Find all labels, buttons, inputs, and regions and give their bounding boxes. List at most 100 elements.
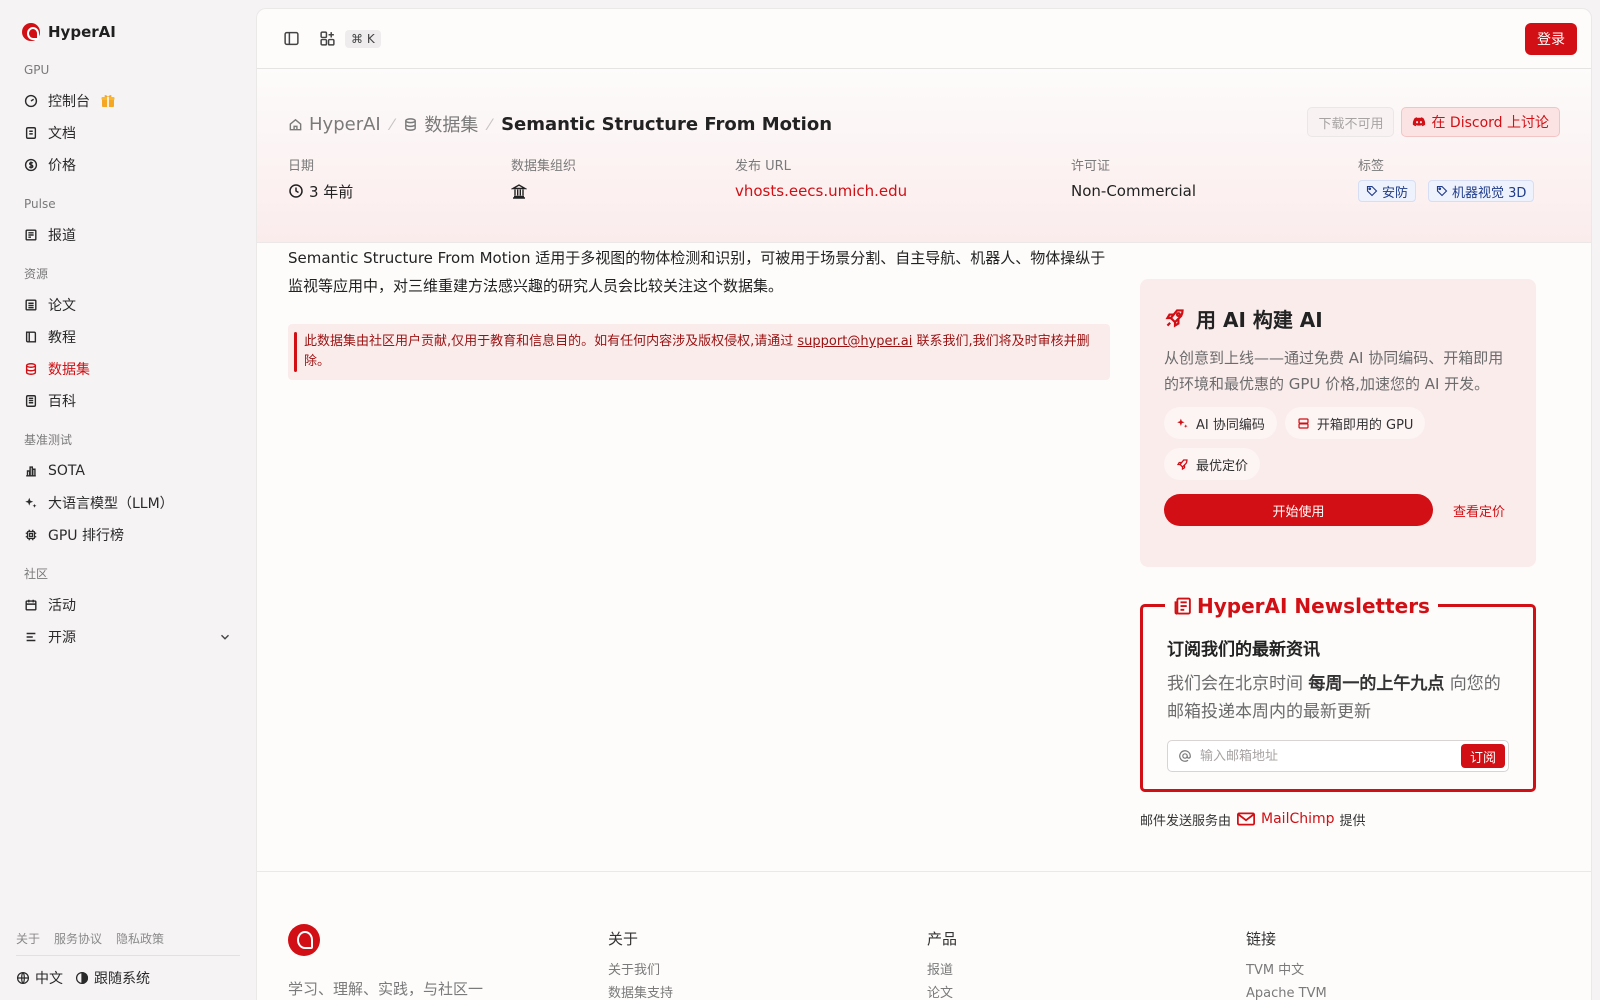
footer-link-about-us[interactable]: 关于我们 xyxy=(608,959,673,982)
breadcrumb-datasets[interactable]: 数据集 xyxy=(403,111,478,137)
meta-org: 数据集组织 xyxy=(511,155,576,202)
sidebar-item-label: 大语言模型（LLM） xyxy=(48,496,174,512)
subscribe-button[interactable]: 订阅 xyxy=(1460,744,1505,768)
notice-text-before: 此数据集由社区用户贡献,仅用于教育和信息目的。如有任何内容涉及版权侵权,请通过 xyxy=(304,334,798,349)
sidebar-item-console[interactable]: 控制台 xyxy=(16,85,240,117)
newspaper-icon xyxy=(24,228,38,242)
bar-chart-icon xyxy=(24,464,38,478)
sidebar-item-pricing[interactable]: 价格 xyxy=(16,149,240,181)
brand[interactable]: HyperAI xyxy=(16,17,240,47)
promo-card: 用 AI 构建 AI 从创意到上线——通过免费 AI 协同编码、开箱即用的环境和… xyxy=(1140,279,1536,567)
meta-date-label: 日期 xyxy=(288,159,315,174)
sidebar-item-label: 控制台 xyxy=(48,94,90,110)
footer-col-links: 链接 TVM 中文 Apache TVM xyxy=(1246,928,1327,1000)
hyperai-logo-icon xyxy=(22,23,40,41)
footer-link-about[interactable]: 关于 xyxy=(16,930,40,947)
chip-icon xyxy=(24,528,38,542)
sidebar-item-news[interactable]: 报道 xyxy=(16,219,240,251)
footer-link-terms[interactable]: 服务协议 xyxy=(54,930,102,947)
footer-link-news[interactable]: 报道 xyxy=(927,959,957,982)
feature-label: AI 协同编码 xyxy=(1196,417,1265,433)
newspaper-icon xyxy=(1174,597,1191,615)
sidebar-item-label: 教程 xyxy=(48,330,76,346)
rocket-icon xyxy=(1165,309,1184,328)
language-switcher[interactable]: 中文 xyxy=(16,968,63,988)
mailchimp-link[interactable]: MailChimp xyxy=(1261,811,1335,827)
feature-label: 最优定价 xyxy=(1196,458,1249,474)
meta-date: 日期 3 年前 xyxy=(288,155,353,202)
login-button[interactable]: 登录 xyxy=(1525,23,1577,55)
sidebar-item-label: 论文 xyxy=(48,298,76,314)
tag-label: 安防 xyxy=(1382,185,1409,201)
sparkle-icon xyxy=(1177,418,1188,428)
sidebar-item-sota[interactable]: SOTA xyxy=(16,455,240,487)
newsletter-schedule: 每周一的上午九点 xyxy=(1308,674,1445,694)
meta-url-link[interactable]: vhosts.eecs.umich.edu xyxy=(735,180,907,202)
dataset-actions: 下载不可用 在 Discord 上讨论 xyxy=(1307,107,1560,137)
breadcrumb-home[interactable]: HyperAI xyxy=(288,114,381,135)
page-title: Semantic Structure From Motion xyxy=(501,113,833,135)
discord-button[interactable]: 在 Discord 上讨论 xyxy=(1401,107,1560,137)
sidebar-item-label: 活动 xyxy=(48,598,76,614)
sidebar-item-tutorials[interactable]: 教程 xyxy=(16,321,240,353)
main-panel: ⌘ K 登录 HyperAI ⁄ 数据集 ⁄ Semantic Structur… xyxy=(256,8,1592,1000)
feature-ready-gpu: 开箱即用的 GPU xyxy=(1284,407,1426,439)
sidebar-toggle-icon[interactable] xyxy=(279,27,303,51)
feature-best-pricing: 最优定价 xyxy=(1164,448,1261,480)
tag-label: 机器视觉 3D xyxy=(1452,185,1527,201)
footer-link-tvm-cn[interactable]: TVM 中文 xyxy=(1246,959,1327,982)
breadcrumb-home-label: HyperAI xyxy=(309,113,381,135)
page-icon xyxy=(24,394,38,408)
tag-security[interactable]: 安防 xyxy=(1358,180,1417,202)
get-started-button[interactable]: 开始使用 xyxy=(1164,494,1433,526)
credit-text-before: 邮件发送服务由 xyxy=(1140,813,1232,829)
home-icon xyxy=(289,118,302,130)
newsletter-text: 我们会在北京时间 每周一的上午九点 向您的邮箱投递本周内的最新更新 xyxy=(1167,670,1509,726)
meta-date-value: 3 年前 xyxy=(288,180,353,202)
download-button[interactable]: 下载不可用 xyxy=(1307,107,1395,137)
subscribe-form: 订阅 xyxy=(1167,740,1509,772)
sidebar-item-events[interactable]: 活动 xyxy=(16,589,240,621)
tag-machine-vision-3d[interactable]: 机器视觉 3D xyxy=(1428,180,1535,202)
sidebar-item-wiki[interactable]: 百科 xyxy=(16,385,240,417)
nav-section-benchmark: 基准测试 xyxy=(24,433,73,447)
footer-link-dataset-support[interactable]: 数据集支持 xyxy=(608,982,673,1000)
meta-url: 发布 URL vhosts.eecs.umich.edu xyxy=(735,155,907,202)
sidebar-item-papers[interactable]: 论文 xyxy=(16,289,240,321)
chevron-down-icon[interactable] xyxy=(218,630,232,644)
search-shortcut[interactable]: ⌘ K xyxy=(345,29,381,48)
nav-section-pulse: Pulse xyxy=(24,197,56,211)
footer-tagline: 学习、理解、实践，与社区一起构建人工智能的未来 xyxy=(288,980,484,998)
sidebar-item-label: 开源 xyxy=(48,630,76,646)
view-pricing-link[interactable]: 查看定价 xyxy=(1453,501,1505,520)
database-icon xyxy=(405,117,417,131)
clock-icon xyxy=(289,184,303,198)
footer-link-apache-tvm[interactable]: Apache TVM xyxy=(1246,982,1327,1000)
theme-switcher[interactable]: 跟随系统 xyxy=(75,968,150,988)
email-input[interactable] xyxy=(1200,748,1461,764)
sidebar-item-gpu-leaderboard[interactable]: GPU 排行榜 xyxy=(16,519,240,551)
footer-link-papers[interactable]: 论文 xyxy=(927,982,957,1000)
footer-link-privacy[interactable]: 隐私政策 xyxy=(116,930,164,947)
sidebar-item-label: 报道 xyxy=(48,228,76,244)
sidebar-item-open-source[interactable]: 开源 xyxy=(16,621,240,653)
sidebar-item-docs[interactable]: 文档 xyxy=(16,117,240,149)
mailchimp-credit: 邮件发送服务由 MailChimp 提供 xyxy=(1140,809,1366,829)
breadcrumb-separator: ⁄ xyxy=(390,114,394,134)
footer-col-title: 产品 xyxy=(927,930,958,948)
support-email-link[interactable]: support@hyper.ai xyxy=(797,334,912,349)
meta-license-value: Non-Commercial xyxy=(1071,182,1197,200)
sidebar-preferences: 中文 跟随系统 xyxy=(16,956,240,1000)
sidebar-item-datasets[interactable]: 数据集 xyxy=(16,353,240,385)
topbar: ⌘ K 登录 xyxy=(257,9,1591,69)
sidebar-item-llm[interactable]: 大语言模型（LLM） xyxy=(16,487,240,519)
copyright-notice: 此数据集由社区用户贡献,仅用于教育和信息目的。如有任何内容涉及版权侵权,请通过 … xyxy=(288,324,1110,380)
meta-tags-list: 安防 机器视觉 3D xyxy=(1358,180,1541,202)
discord-icon xyxy=(1413,117,1426,127)
meta-date-text: 3 年前 xyxy=(309,182,354,201)
hyperai-logo-icon xyxy=(288,924,320,956)
sidebar: HyperAI GPU 控制台 文档 价格 Pulse 报道 资源 论文 教程 … xyxy=(0,0,256,1000)
footer-col-title: 关于 xyxy=(608,930,639,948)
menu-icon xyxy=(24,630,38,644)
apps-icon[interactable] xyxy=(315,27,339,51)
